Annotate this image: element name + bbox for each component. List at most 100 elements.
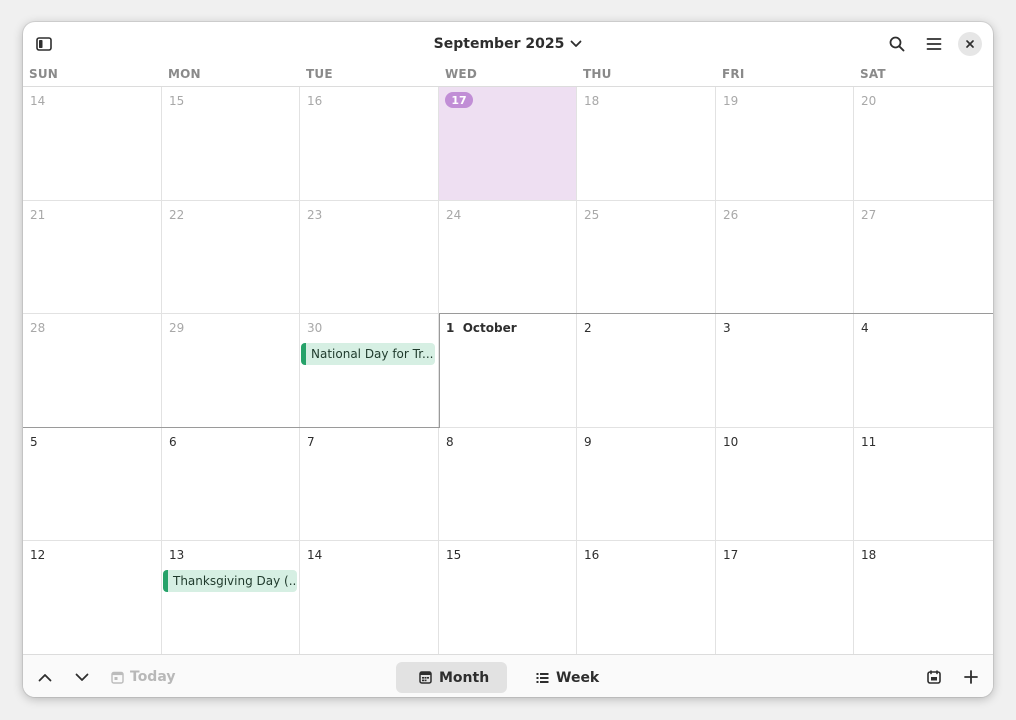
- day-number: 23: [307, 208, 323, 222]
- day-number: 9: [584, 435, 592, 449]
- day-number: 29: [169, 321, 185, 335]
- page-title: September 2025: [433, 36, 565, 52]
- day-number: 11: [861, 435, 877, 449]
- day-cell[interactable]: 9: [577, 428, 716, 541]
- day-number: 3: [723, 321, 731, 335]
- day-cell[interactable]: 27: [854, 201, 993, 314]
- calendar-week-icon: [536, 672, 549, 683]
- day-cell[interactable]: 7: [300, 428, 439, 541]
- day-cell[interactable]: 14: [23, 87, 162, 201]
- day-number: 14: [30, 94, 46, 108]
- chevron-down-icon: [570, 40, 582, 47]
- day-cell[interactable]: 10: [716, 428, 854, 541]
- day-number: 14: [307, 548, 323, 562]
- week-view-label: Week: [556, 669, 600, 686]
- day-cell[interactable]: 22: [162, 201, 300, 314]
- day-cell[interactable]: 25: [577, 201, 716, 314]
- add-event-button[interactable]: [956, 662, 986, 692]
- day-cell[interactable]: 17: [716, 541, 854, 654]
- day-cell[interactable]: 23: [300, 201, 439, 314]
- weekday-label: SUN: [29, 67, 59, 81]
- day-number: 15: [169, 94, 185, 108]
- day-number: 27: [861, 208, 877, 222]
- weekday-label: WED: [445, 67, 477, 81]
- close-button[interactable]: [958, 32, 982, 56]
- day-number: 5: [30, 435, 38, 449]
- day-cell[interactable]: 2: [577, 314, 716, 428]
- day-number: 20: [861, 94, 877, 108]
- day-cell[interactable]: 3: [716, 314, 854, 428]
- today-indicator: 17: [445, 92, 473, 108]
- day-cell[interactable]: 15: [439, 541, 577, 654]
- day-number: 7: [307, 435, 315, 449]
- calendar-today-icon: [111, 671, 124, 684]
- day-number: 6: [169, 435, 177, 449]
- day-cell[interactable]: 30 National Day for Tr...: [300, 314, 439, 428]
- day-cell[interactable]: 15: [162, 87, 300, 201]
- day-cell[interactable]: 19: [716, 87, 854, 201]
- day-number: 18: [584, 94, 600, 108]
- day-cell[interactable]: 6: [162, 428, 300, 541]
- calendar-month-icon: [419, 671, 432, 684]
- event-chip[interactable]: National Day for Tr...: [301, 343, 435, 365]
- day-cell[interactable]: 16: [577, 541, 716, 654]
- day-cell[interactable]: 5: [23, 428, 162, 541]
- chevron-up-icon: [38, 673, 52, 681]
- day-cell[interactable]: 12: [23, 541, 162, 654]
- day-cell[interactable]: 18: [854, 541, 993, 654]
- day-number: 2: [584, 321, 592, 335]
- day-cell[interactable]: 4: [854, 314, 993, 428]
- main-menu-button[interactable]: [919, 29, 949, 59]
- event-chip[interactable]: Thanksgiving Day (...: [163, 570, 297, 592]
- day-cell[interactable]: 14: [300, 541, 439, 654]
- chevron-down-icon: [75, 673, 89, 681]
- calendar-icon: [927, 670, 941, 684]
- day-cell[interactable]: 1 October: [439, 314, 577, 428]
- today-button[interactable]: Today: [111, 662, 175, 692]
- weekday-label: MON: [168, 67, 201, 81]
- day-cell[interactable]: 29: [162, 314, 300, 428]
- day-number: 26: [723, 208, 739, 222]
- day-number: 24: [446, 208, 462, 222]
- day-cell[interactable]: 21: [23, 201, 162, 314]
- day-cell[interactable]: 8: [439, 428, 577, 541]
- close-icon: [966, 40, 974, 48]
- weekday-label: THU: [583, 67, 612, 81]
- footer-bar: Today Month Week: [23, 654, 993, 697]
- header-bar: September 2025: [23, 22, 993, 66]
- month-view-label: Month: [439, 669, 490, 686]
- day-number: 19: [723, 94, 739, 108]
- day-cell-today[interactable]: 17: [439, 87, 577, 201]
- day-number: 1 October: [446, 321, 517, 335]
- day-cell[interactable]: 11: [854, 428, 993, 541]
- day-number: 30: [307, 321, 323, 335]
- day-number: 12: [30, 548, 46, 562]
- day-number: 8: [446, 435, 454, 449]
- day-cell[interactable]: 28: [23, 314, 162, 428]
- weekday-label: SAT: [860, 67, 886, 81]
- month-selector-button[interactable]: September 2025: [430, 36, 587, 52]
- day-cell[interactable]: 26: [716, 201, 854, 314]
- weekday-label: TUE: [306, 67, 333, 81]
- day-cell[interactable]: 16: [300, 87, 439, 201]
- day-cell[interactable]: 24: [439, 201, 577, 314]
- day-number: 17: [723, 548, 739, 562]
- calendar-manager-button[interactable]: [919, 662, 949, 692]
- weekday-header-row: SUN MON TUE WED THU FRI SAT: [23, 66, 993, 87]
- day-cell[interactable]: 18: [577, 87, 716, 201]
- day-number: 21: [30, 208, 46, 222]
- day-cell[interactable]: 20: [854, 87, 993, 201]
- day-number: 18: [861, 548, 877, 562]
- search-button[interactable]: [882, 29, 912, 59]
- next-button[interactable]: [67, 662, 97, 692]
- day-number: 25: [584, 208, 600, 222]
- day-number: 10: [723, 435, 739, 449]
- previous-button[interactable]: [30, 662, 60, 692]
- day-number: 28: [30, 321, 46, 335]
- weekday-label: FRI: [722, 67, 745, 81]
- day-cell[interactable]: 13 Thanksgiving Day (...: [162, 541, 300, 654]
- month-view-button[interactable]: Month: [396, 662, 507, 693]
- today-button-label: Today: [130, 669, 176, 685]
- month-grid: 14 15 16 17 18 19 20 21 22 23 24 25 26 2…: [23, 87, 993, 654]
- week-view-button[interactable]: Week: [523, 662, 603, 693]
